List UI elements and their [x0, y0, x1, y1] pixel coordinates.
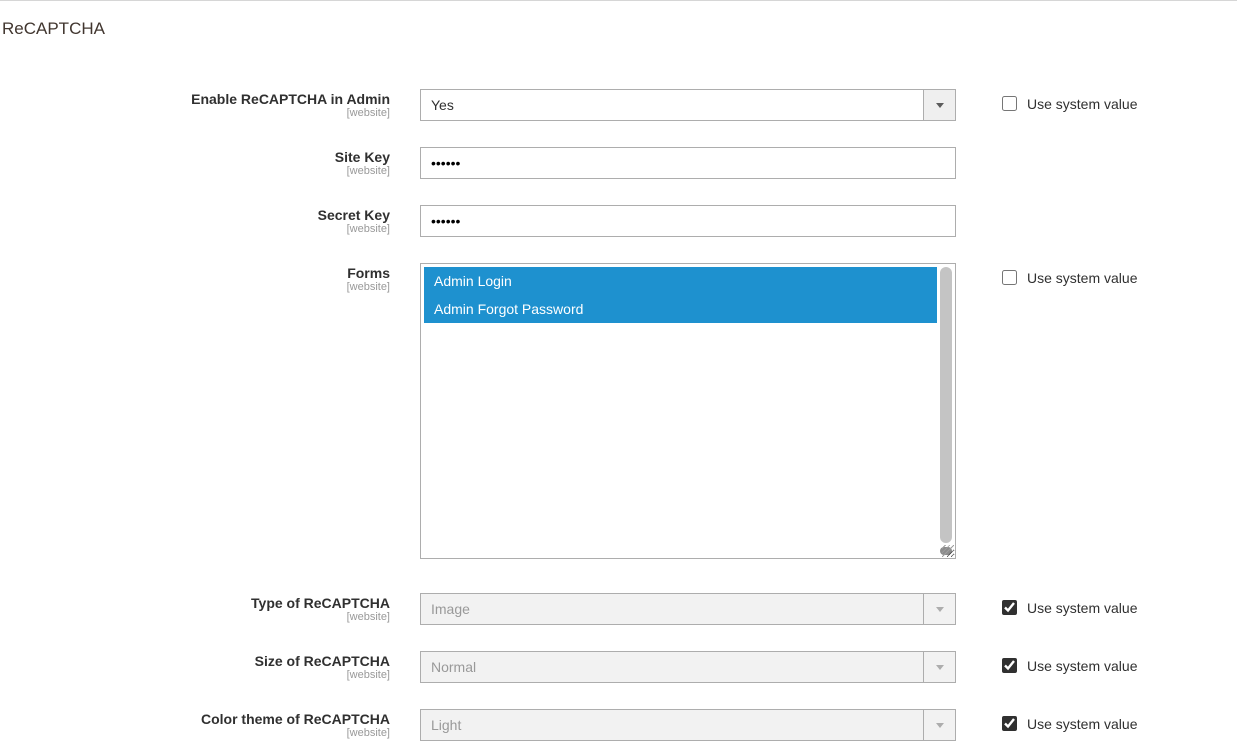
size-system-checkbox[interactable] [1002, 658, 1017, 673]
scroll-cap [940, 547, 952, 555]
scroll-thumb[interactable] [940, 267, 952, 543]
theme-system-checkbox[interactable] [1002, 716, 1017, 731]
enable-select-button[interactable] [923, 90, 955, 120]
scope-label: [website] [0, 107, 390, 119]
scope-label: [website] [0, 165, 390, 177]
field-theme-row: Color theme of ReCAPTCHA [website] Light… [0, 709, 1237, 741]
enable-select-value: Yes [421, 90, 923, 120]
forms-option-admin-login[interactable]: Admin Login [424, 267, 937, 295]
system-value-label: Use system value [1027, 600, 1137, 616]
size-select-button [923, 652, 955, 682]
scope-label: [website] [0, 611, 390, 623]
field-secretkey-row: Secret Key [website] [0, 205, 1237, 237]
system-value-label: Use system value [1027, 658, 1137, 674]
chevron-down-icon [936, 723, 944, 728]
enable-select[interactable]: Yes [420, 89, 956, 121]
scope-label: [website] [0, 669, 390, 681]
enable-system-checkbox[interactable] [1002, 96, 1017, 111]
system-value-label: Use system value [1027, 716, 1137, 732]
field-type-label: Type of ReCAPTCHA [0, 595, 390, 611]
scope-label: [website] [0, 727, 390, 739]
field-forms-label: Forms [0, 265, 390, 281]
sitekey-input[interactable] [420, 147, 956, 179]
chevron-down-icon [936, 607, 944, 612]
field-secretkey-label: Secret Key [0, 207, 390, 223]
type-system-checkbox[interactable] [1002, 600, 1017, 615]
field-enable-label: Enable ReCAPTCHA in Admin [0, 91, 390, 107]
size-select-value: Normal [421, 652, 923, 682]
size-select: Normal [420, 651, 956, 683]
field-size-row: Size of ReCAPTCHA [website] Normal Use s… [0, 651, 1237, 683]
secretkey-input[interactable] [420, 205, 956, 237]
field-size-label: Size of ReCAPTCHA [0, 653, 390, 669]
field-theme-label: Color theme of ReCAPTCHA [0, 711, 390, 727]
theme-select-value: Light [421, 710, 923, 740]
chevron-down-icon [936, 103, 944, 108]
scope-label: [website] [0, 223, 390, 235]
scrollbar[interactable] [940, 267, 952, 555]
theme-select: Light [420, 709, 956, 741]
system-value-label: Use system value [1027, 96, 1137, 112]
divider [0, 0, 1237, 1]
theme-select-button [923, 710, 955, 740]
recaptcha-form: Enable ReCAPTCHA in Admin [website] Yes … [0, 89, 1237, 741]
forms-multiselect[interactable]: Admin Login Admin Forgot Password [420, 263, 956, 559]
type-select-button [923, 594, 955, 624]
section-title: ReCAPTCHA [0, 19, 1237, 39]
field-sitekey-row: Site Key [website] [0, 147, 1237, 179]
field-type-row: Type of ReCAPTCHA [website] Image Use sy… [0, 593, 1237, 625]
resize-grip[interactable] [942, 545, 954, 557]
type-select: Image [420, 593, 956, 625]
field-enable-row: Enable ReCAPTCHA in Admin [website] Yes … [0, 89, 1237, 121]
field-forms-row: Forms [website] Admin Login Admin Forgot… [0, 263, 1237, 559]
scope-label: [website] [0, 281, 390, 293]
field-sitekey-label: Site Key [0, 149, 390, 165]
system-value-label: Use system value [1027, 270, 1137, 286]
chevron-down-icon [936, 665, 944, 670]
forms-system-checkbox[interactable] [1002, 270, 1017, 285]
forms-option-admin-forgot[interactable]: Admin Forgot Password [424, 295, 937, 323]
type-select-value: Image [421, 594, 923, 624]
